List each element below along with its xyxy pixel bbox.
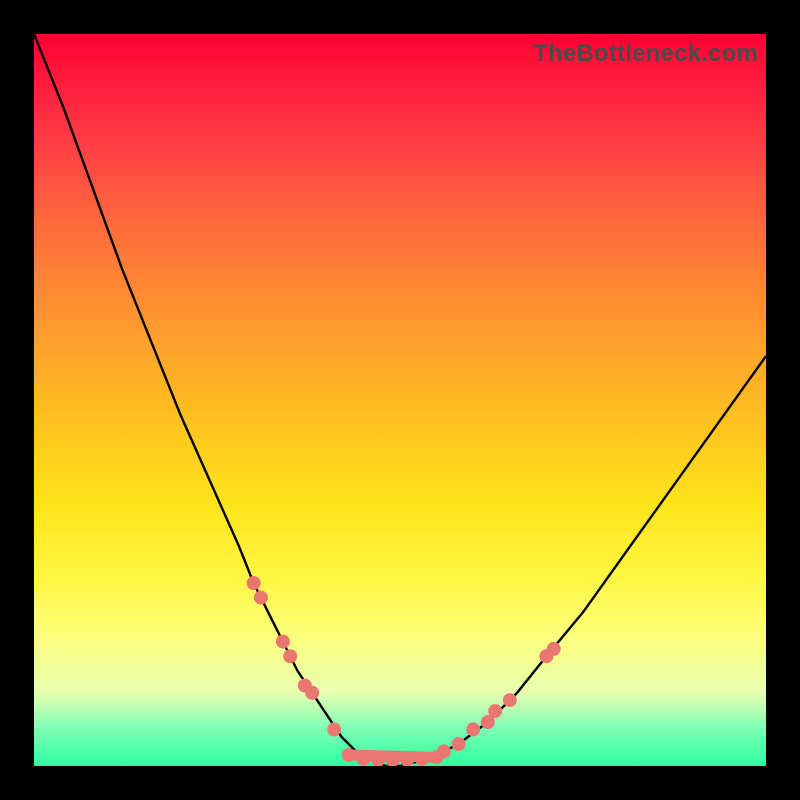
curve-markers (247, 576, 561, 766)
curve-marker (452, 737, 466, 751)
curve-marker (488, 704, 502, 718)
bottleneck-curve (34, 34, 766, 766)
curve-marker (254, 591, 268, 605)
curve-marker (466, 722, 480, 736)
plot-area: TheBottleneck.com (34, 34, 766, 766)
curve-marker (276, 635, 290, 649)
curve-marker (327, 722, 341, 736)
curve-marker (437, 744, 451, 758)
curve-marker (415, 752, 429, 766)
curve-layer (34, 34, 766, 766)
curve-marker (305, 686, 319, 700)
curve-marker (503, 693, 517, 707)
curve-marker (342, 748, 356, 762)
curve-marker (356, 752, 370, 766)
curve-marker (547, 642, 561, 656)
chart-frame: TheBottleneck.com (0, 0, 800, 800)
curve-marker (247, 576, 261, 590)
curve-marker (283, 649, 297, 663)
